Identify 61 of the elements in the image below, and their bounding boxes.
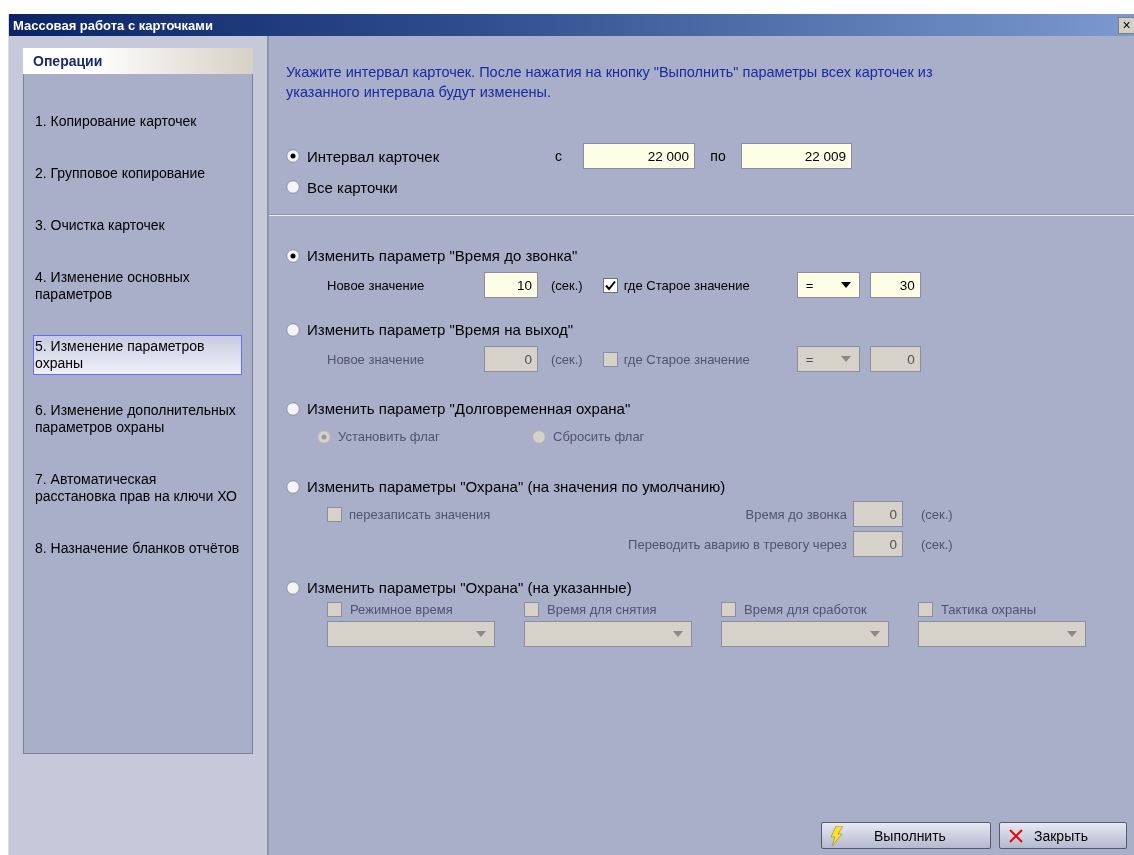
checkbox-label: где Старое значение xyxy=(623,277,751,293)
unit-label: (сек.) xyxy=(551,277,583,293)
dropdown-arrow-icon xyxy=(840,282,851,288)
field-label: Время до звонка xyxy=(744,506,847,522)
dropdown-arrow-icon xyxy=(1067,631,1077,637)
sidebar-item[interactable]: 3. Очистка карточек xyxy=(33,214,242,237)
sidebar-item[interactable]: 7. Автоматическая расстановка прав на ключи ХО xyxy=(33,468,242,508)
option-label: Изменить параметры "Охрана" (на указанные) xyxy=(307,579,632,596)
checkbox-label: где Старое значение xyxy=(623,351,751,367)
field-label: Переводить аварию в тревогу через xyxy=(627,536,847,552)
radio-button[interactable] xyxy=(286,149,300,163)
close-button[interactable]: × xyxy=(1118,16,1134,34)
sidebar-item[interactable]: 2. Групповое копирование xyxy=(33,162,242,185)
field-label: с xyxy=(555,148,563,164)
option-label: Интервал карточек xyxy=(307,147,441,165)
dropdown-arrow-icon xyxy=(870,631,880,637)
sidebar-item[interactable]: 6. Изменение дополнительных параметров охраны xyxy=(33,399,242,439)
option-label: Изменить параметр "Время на выход" xyxy=(307,321,574,338)
unit-label: (сек.) xyxy=(551,351,583,367)
input-field[interactable]: 22 000 xyxy=(583,143,695,169)
input-field[interactable]: 30 xyxy=(869,272,921,298)
checkbox-label: Тактика охраны xyxy=(941,602,1037,617)
lightning-icon xyxy=(830,825,844,846)
unit-label: (сек.) xyxy=(921,536,954,552)
run-button[interactable]: Выполнить xyxy=(821,822,991,849)
unit-label: (сек.) xyxy=(921,506,954,522)
instruction-text: Укажите интервал карточек. После нажатия на кнопку "Выполнить" параметры всех карточек из указанного интервала будут изменены. xyxy=(285,63,934,102)
option-label: Установить флаг xyxy=(338,429,440,444)
dropdown-arrow-icon xyxy=(673,631,683,637)
field-label: Новое значение xyxy=(327,277,426,293)
checkbox[interactable] xyxy=(602,277,618,293)
dropdown-arrow-icon xyxy=(840,356,851,362)
sidebar-item[interactable]: 8. Назначение бланков отчётов xyxy=(33,537,242,560)
option-label: Изменить параметры "Охрана" (на значения по умолчанию) xyxy=(307,478,726,495)
dropdown-arrow-icon xyxy=(476,631,486,637)
dropdown[interactable] xyxy=(918,621,1086,647)
checkbox-label: Время для сработок xyxy=(744,602,867,617)
checkbox-label: Режимное время xyxy=(350,602,453,617)
input-field[interactable]: 10 xyxy=(484,272,538,298)
radio-button[interactable] xyxy=(286,248,300,263)
option-label: Изменить параметр "Долговременная охрана" xyxy=(307,400,631,417)
option-label: Все карточки xyxy=(307,178,398,196)
panel-header: Операции xyxy=(23,48,253,74)
dropdown[interactable] xyxy=(721,621,889,647)
operator-dropdown[interactable]: = xyxy=(796,272,860,298)
close-icon xyxy=(1008,827,1024,844)
checkbox-label: Время для снятия xyxy=(547,602,657,617)
dropdown[interactable] xyxy=(524,621,692,647)
input-field[interactable]: 22 009 xyxy=(741,143,852,169)
field-label: по xyxy=(709,148,727,164)
checkbox-label: перезаписать значения xyxy=(349,506,491,522)
radio-button[interactable] xyxy=(286,180,300,194)
sidebar-item[interactable]: 1. Копирование карточек xyxy=(33,110,242,133)
dropdown[interactable] xyxy=(327,621,495,647)
field-label: Новое значение xyxy=(327,351,426,367)
option-label: Сбросить флаг xyxy=(553,429,645,444)
sidebar-item[interactable]: 4. Изменение основных параметров xyxy=(33,266,242,306)
window-title: Массовая работа с карточками xyxy=(13,17,213,33)
sidebar-item[interactable]: 5. Изменение параметров охраны xyxy=(33,335,242,375)
close-button[interactable]: Закрыть xyxy=(999,822,1127,849)
option-label: Изменить параметр "Время до звонка" xyxy=(307,247,578,264)
